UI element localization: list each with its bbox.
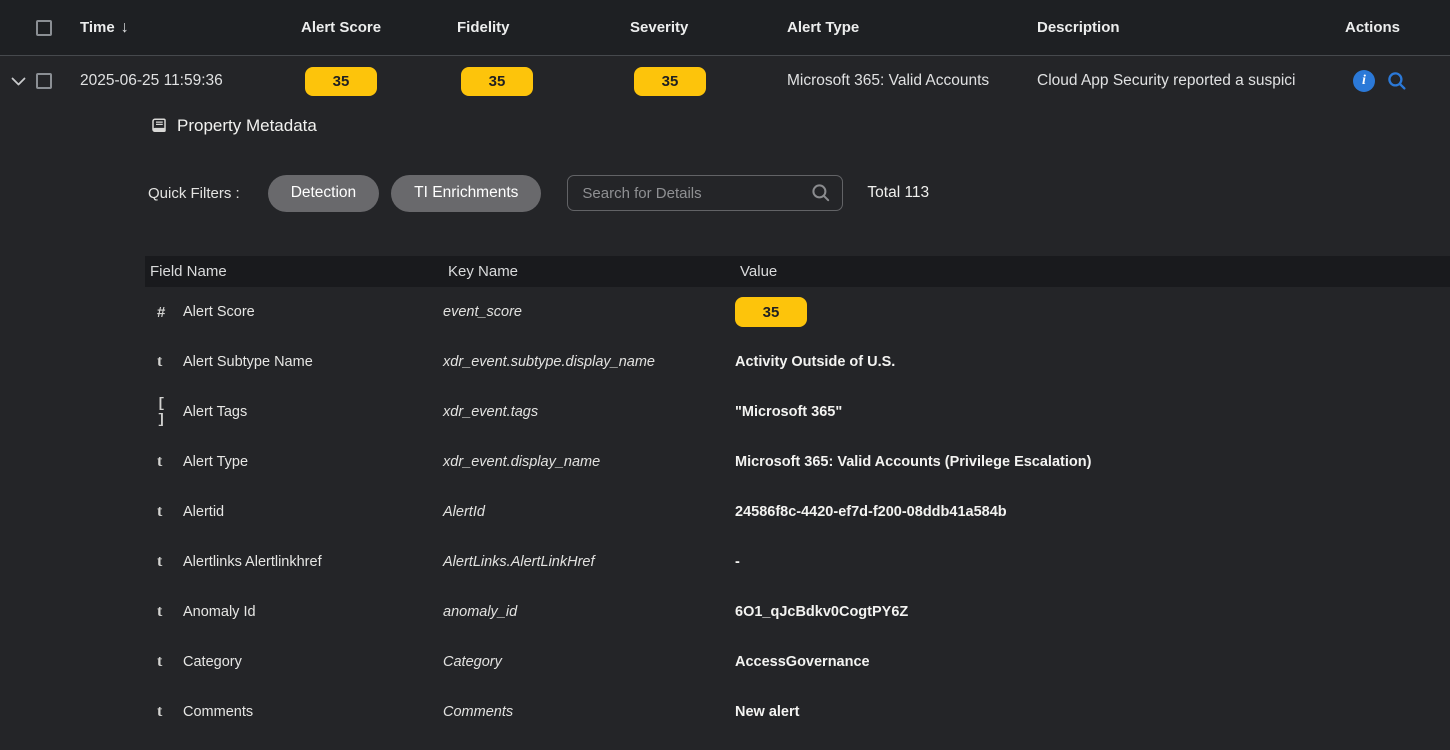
field-value: 24586f8c-4420-ef7d-f200-08ddb41a584b (735, 504, 1450, 520)
field-name: Alertlinks Alertlinkhref (183, 554, 322, 570)
column-label: Time (80, 19, 115, 36)
column-header-alert-type[interactable]: Alert Type (787, 19, 1037, 36)
table-row: tAlertlinks Alertlinkhref AlertLinks.Ale… (145, 537, 1450, 587)
field-name: Alertid (183, 504, 224, 520)
row-actions: i (1345, 70, 1450, 92)
alert-detail-panel: Property Metadata Quick Filters : Detect… (0, 116, 1450, 737)
metadata-table-header: Field Name Key Name Value (145, 256, 1450, 287)
chevron-down-icon (11, 77, 26, 86)
quick-filters-label: Quick Filters : (148, 185, 240, 202)
header-key-name: Key Name (443, 263, 735, 280)
key-name: event_score (443, 304, 735, 320)
field-value: AccessGovernance (735, 654, 1450, 670)
table-row: tAlertid AlertId 24586f8c-4420-ef7d-f200… (145, 487, 1450, 537)
key-name: xdr_event.tags (443, 404, 735, 420)
sort-desc-icon[interactable]: ↓ (121, 19, 129, 37)
table-row: tAnomaly Id anomaly_id 6O1_qJcBdkv0CogtP… (145, 587, 1450, 637)
alert-table-header: Time ↓ Alert Score Fidelity Severity Ale… (0, 0, 1450, 56)
field-value: New alert (735, 704, 1450, 720)
column-header-actions: Actions (1345, 19, 1450, 36)
table-row: tCategory Category AccessGovernance (145, 637, 1450, 687)
field-value: - (735, 554, 1450, 570)
collapse-row-control[interactable] (0, 77, 36, 86)
filter-detection-button[interactable]: Detection (268, 175, 379, 212)
alert-row: 2025-06-25 11:59:36 35 35 35 Microsoft 3… (0, 56, 1450, 106)
number-type-icon: # (157, 304, 183, 321)
key-name: Comments (443, 704, 735, 720)
column-header-description[interactable]: Description (1037, 19, 1345, 36)
row-checkbox-cell (36, 73, 80, 89)
text-type-icon: t (157, 503, 183, 521)
alert-time: 2025-06-25 11:59:36 (80, 72, 301, 90)
fidelity-badge: 35 (461, 67, 533, 96)
total-count: Total 113 (867, 184, 929, 202)
search-action-icon[interactable] (1387, 71, 1407, 91)
metadata-table: Field Name Key Name Value #Alert Score e… (145, 256, 1450, 737)
field-name: Category (183, 654, 242, 670)
field-name: Anomaly Id (183, 604, 256, 620)
detail-title: Property Metadata (177, 116, 317, 136)
table-row: tAlert Subtype Name xdr_event.subtype.di… (145, 337, 1450, 387)
book-icon (150, 117, 168, 135)
table-row: tComments Comments New alert (145, 687, 1450, 737)
table-row: [ ]Alert Tags xdr_event.tags "Microsoft … (145, 387, 1450, 437)
text-type-icon: t (157, 703, 183, 721)
field-value: Microsoft 365: Valid Accounts (Privilege… (735, 454, 1450, 470)
filter-ti-enrichments-button[interactable]: TI Enrichments (391, 175, 541, 212)
text-type-icon: t (157, 553, 183, 571)
table-row: #Alert Score event_score 35 (145, 287, 1450, 337)
alert-score-badge: 35 (305, 67, 377, 96)
field-name: Alert Score (183, 304, 255, 320)
key-name: xdr_event.display_name (443, 454, 735, 470)
search-icon[interactable] (811, 183, 831, 208)
severity-badge: 35 (634, 67, 706, 96)
text-type-icon: t (157, 453, 183, 471)
text-type-icon: t (157, 603, 183, 621)
field-name: Alert Type (183, 454, 248, 470)
key-name: AlertId (443, 504, 735, 520)
column-header-time[interactable]: Time ↓ (80, 19, 301, 37)
alert-score-cell: 35 (301, 67, 457, 96)
key-name: anomaly_id (443, 604, 735, 620)
field-name: Alert Tags (183, 404, 247, 420)
info-icon[interactable]: i (1353, 70, 1375, 92)
detail-search (567, 175, 843, 211)
field-value: 6O1_qJcBdkv0CogtPY6Z (735, 604, 1450, 620)
text-type-icon: t (157, 653, 183, 671)
key-name: Category (443, 654, 735, 670)
field-name: Comments (183, 704, 253, 720)
detail-search-input[interactable] (567, 175, 843, 211)
fidelity-cell: 35 (457, 67, 630, 96)
field-value: Activity Outside of U.S. (735, 354, 1450, 370)
header-value: Value (735, 263, 1450, 280)
column-header-fidelity[interactable]: Fidelity (457, 19, 630, 36)
array-type-icon: [ ] (157, 396, 183, 428)
value-badge: 35 (735, 297, 807, 327)
row-checkbox[interactable] (36, 73, 52, 89)
header-checkbox-cell (36, 20, 80, 36)
column-header-alert-score[interactable]: Alert Score (301, 19, 457, 36)
field-value: "Microsoft 365" (735, 404, 1450, 420)
severity-cell: 35 (630, 67, 787, 96)
column-header-severity[interactable]: Severity (630, 19, 787, 36)
detail-heading: Property Metadata (150, 116, 1450, 136)
alert-type: Microsoft 365: Valid Accounts (787, 72, 1037, 90)
select-all-checkbox[interactable] (36, 20, 52, 36)
quick-filters-bar: Quick Filters : Detection TI Enrichments… (148, 174, 1450, 212)
table-row: tAlert Type xdr_event.display_name Micro… (145, 437, 1450, 487)
header-field-name: Field Name (145, 263, 443, 280)
key-name: AlertLinks.AlertLinkHref (443, 554, 735, 570)
key-name: xdr_event.subtype.display_name (443, 354, 735, 370)
field-name: Alert Subtype Name (183, 354, 313, 370)
text-type-icon: t (157, 353, 183, 371)
alert-description: Cloud App Security reported a suspici (1037, 72, 1345, 90)
